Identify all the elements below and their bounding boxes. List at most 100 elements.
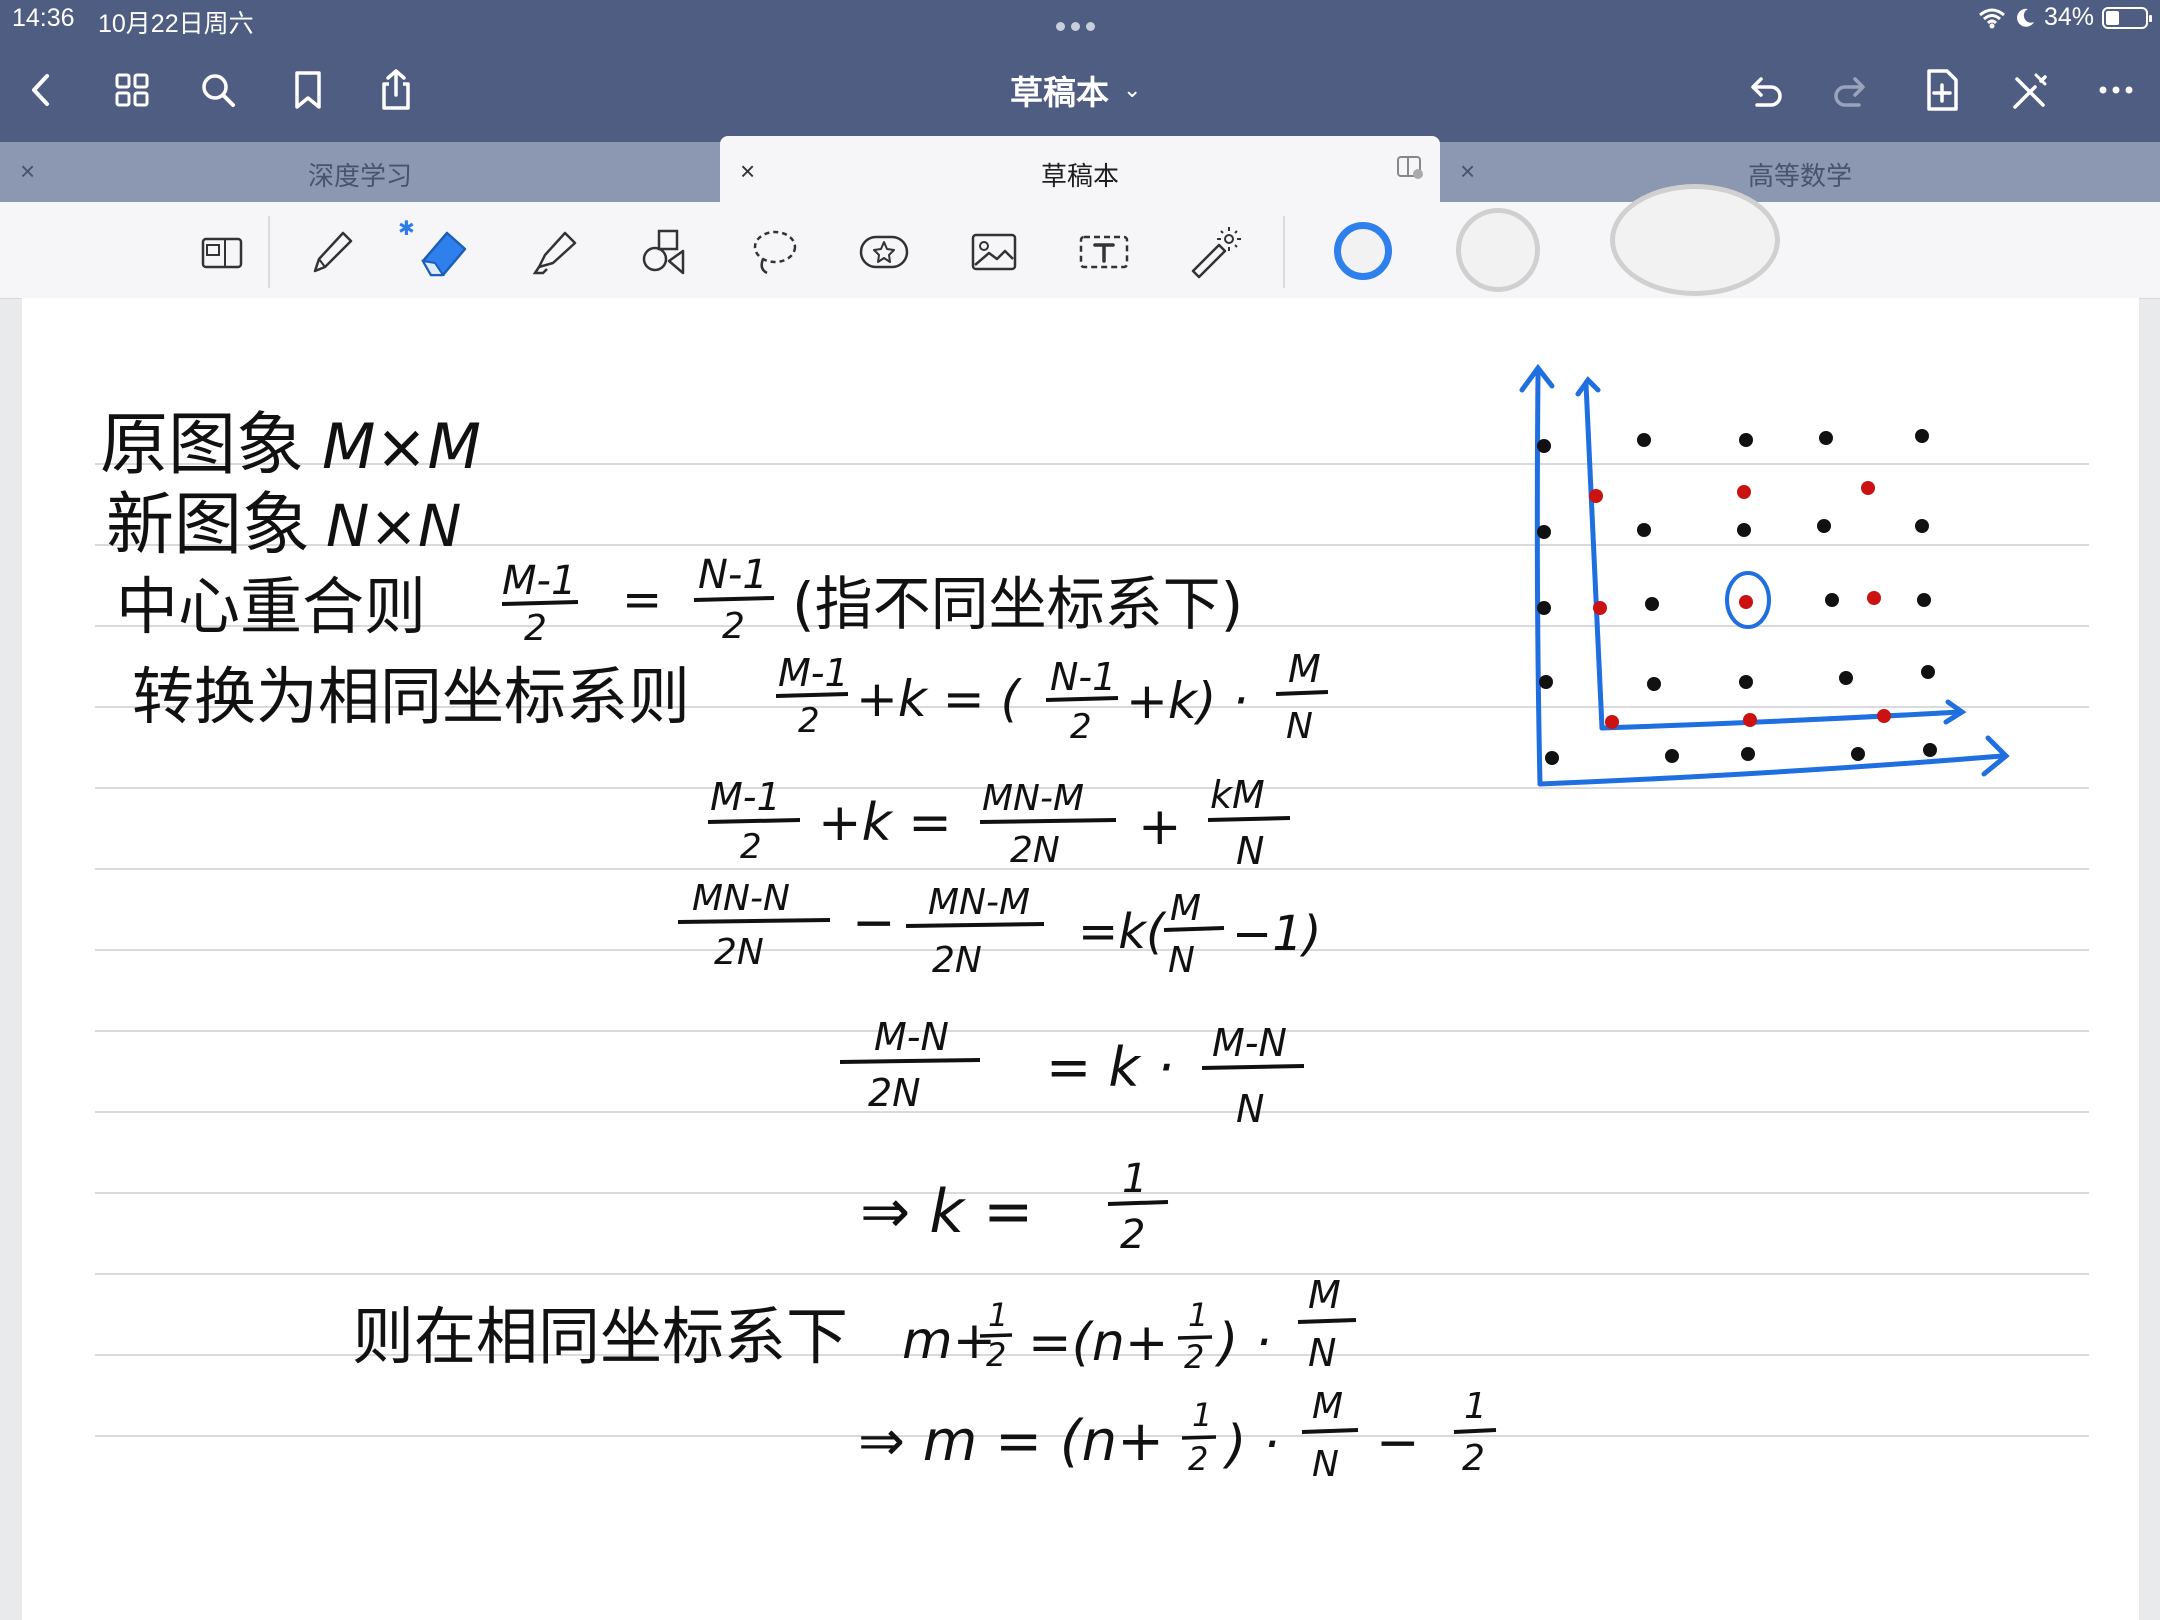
original-pixel-dot	[1739, 433, 1753, 447]
inner-x-axis	[1599, 709, 1963, 731]
add-page-icon	[1927, 69, 1958, 111]
add-page-button[interactable]	[1912, 60, 1972, 120]
fraction-denominator: 2	[722, 606, 745, 647]
back-icon	[32, 74, 49, 106]
handwritten-math: −	[1376, 1413, 1420, 1473]
document-title: 草稿本	[1010, 74, 1109, 111]
original-pixel-dot	[1647, 677, 1661, 691]
text-tool[interactable]	[1072, 220, 1136, 284]
page-layout-tool[interactable]	[190, 220, 254, 284]
undo-icon	[1751, 77, 1782, 107]
search-button[interactable]	[188, 60, 248, 120]
fraction-denominator: 2	[1120, 1212, 1145, 1258]
handwriting-layer[interactable]: 原图象 M×M 新图象 N×N 中心重合则 M-1 2 = N-1 2 (指不同…	[22, 298, 2139, 1620]
pixel-grid-diagram	[1519, 363, 2010, 787]
fraction-numerator: 1	[1192, 1396, 1212, 1434]
chevron-down-icon: ⌄	[1123, 77, 1142, 102]
eraser-size-small[interactable]	[1334, 222, 1392, 280]
fraction-denominator: 2	[740, 827, 762, 867]
status-right: 34%	[1978, 3, 2152, 32]
wifi-icon	[1978, 8, 2005, 28]
fraction-numerator: 1	[1188, 1296, 1208, 1334]
grid-icon	[115, 73, 149, 107]
tab-scratchpad[interactable]: × 草稿本	[720, 136, 1440, 202]
search-icon	[202, 74, 235, 107]
tab-advanced-math[interactable]: × 高等数学	[1440, 142, 2160, 202]
fraction-bar	[1207, 816, 1291, 822]
sticker-icon	[859, 235, 909, 269]
fraction-bar	[905, 922, 1045, 928]
original-pixel-dot	[1851, 747, 1865, 761]
fraction-denominator: 2	[798, 701, 820, 741]
share-button[interactable]	[366, 60, 426, 120]
fraction-numerator: MN-M	[982, 778, 1084, 819]
pen-icon	[313, 231, 353, 273]
grid-view-button[interactable]	[102, 60, 162, 120]
close-pen-icon	[2013, 73, 2047, 109]
sticker-tool[interactable]	[852, 220, 916, 284]
fraction-bar	[1181, 1435, 1217, 1440]
handwritten-text: 则在相同坐标系下	[352, 1300, 848, 1373]
eraser-size-medium[interactable]	[1456, 208, 1540, 292]
new-pixel-dot	[1861, 481, 1875, 495]
handwritten-math: ) ·	[1214, 1313, 1271, 1373]
fraction-numerator: M	[1170, 888, 1201, 929]
original-pixel-dot	[1539, 675, 1553, 689]
fraction-numerator: kM	[1210, 773, 1265, 817]
image-tool[interactable]	[962, 220, 1026, 284]
tab-bar: × 深度学习 × 草稿本 × 高等数学	[0, 136, 2160, 202]
bookmark-button[interactable]	[278, 60, 338, 120]
equals-sign: =	[622, 572, 662, 628]
handwritten-text: (指不同坐标系下)	[792, 570, 1243, 638]
document-title-menu[interactable]: 草稿本 ⌄	[1010, 66, 1141, 114]
eraser-tool[interactable]	[412, 220, 476, 284]
handwritten-text: 中心重合则	[116, 570, 426, 643]
fraction-numerator: M-1	[502, 558, 576, 604]
note-line-original-image: 原图象 M×M	[100, 406, 481, 485]
undo-button[interactable]	[1734, 60, 1794, 120]
more-button[interactable]	[2086, 60, 2146, 120]
fraction-numerator: M-N	[1212, 1021, 1287, 1065]
split-view-icon[interactable]	[1396, 154, 1424, 180]
fraction-denominator: 2	[1184, 1338, 1204, 1376]
tab-label: 高等数学	[1747, 161, 1852, 191]
outer-x-axis	[1537, 753, 2005, 787]
eraser-size-large[interactable]	[1610, 184, 1780, 296]
new-pixel-dot	[1593, 601, 1607, 615]
tab-deep-learning[interactable]: × 深度学习	[0, 142, 720, 202]
fraction-numerator: M	[1288, 647, 1321, 691]
lasso-tool[interactable]	[742, 220, 806, 284]
status-date: 10月22日周六	[98, 10, 254, 38]
fraction-denominator: 2	[986, 1336, 1006, 1374]
fraction-bar	[1107, 1200, 1169, 1206]
original-pixel-dot	[1921, 665, 1935, 679]
fraction-numerator: N-1	[698, 552, 768, 598]
note-page[interactable]: 原图象 M×M 新图象 N×N 中心重合则 M-1 2 = N-1 2 (指不同…	[22, 298, 2139, 1620]
pen-tool[interactable]	[300, 220, 364, 284]
redo-icon	[1834, 77, 1865, 107]
shapes-tool[interactable]	[632, 220, 696, 284]
original-pixel-dot	[1923, 743, 1937, 757]
fraction-numerator: M-N	[874, 1015, 949, 1059]
close-pen-button[interactable]	[2000, 60, 2060, 120]
fraction-numerator: M	[1308, 1273, 1341, 1317]
status-time: 14:36	[12, 4, 75, 32]
laser-pointer-tool[interactable]	[1182, 220, 1246, 284]
fraction-bar	[1453, 1428, 1497, 1434]
back-button[interactable]	[12, 60, 72, 120]
multitasking-dots[interactable]	[1056, 18, 1104, 31]
fraction-numerator: MN-M	[928, 882, 1030, 923]
fraction-bar	[693, 596, 775, 602]
redo-button[interactable]	[1822, 60, 1882, 120]
highlighter-tool[interactable]	[522, 220, 586, 284]
fraction-numerator: 1	[1122, 1156, 1147, 1202]
handwritten-math: =k(	[1078, 904, 1167, 960]
original-pixel-dot	[1741, 747, 1755, 761]
new-pixel-dot	[1737, 485, 1751, 499]
handwritten-math: ) ·	[1222, 1415, 1279, 1475]
outer-y-axis	[1534, 371, 1543, 787]
text-icon	[1079, 235, 1129, 269]
original-pixel-dot	[1537, 601, 1551, 615]
fraction-numerator: M-1	[778, 651, 849, 695]
original-pixel-dot	[1915, 519, 1929, 533]
